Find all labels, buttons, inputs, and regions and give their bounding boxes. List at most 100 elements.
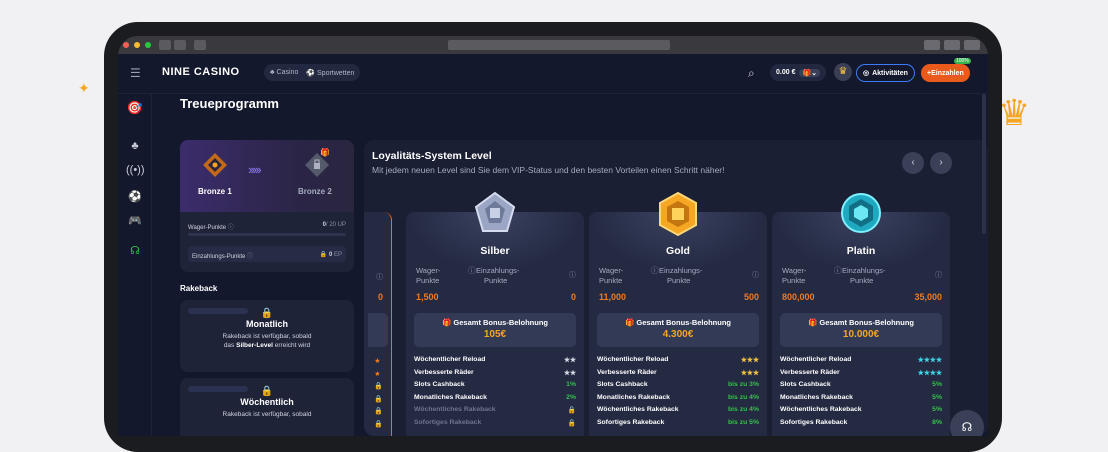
perk-value: 2% <box>566 393 576 401</box>
support-chat-button[interactable]: ☊ <box>950 410 984 436</box>
perk-value: bis zu 5% <box>728 418 759 426</box>
forward-button[interactable] <box>174 40 186 50</box>
sidebar-item-casino-icon[interactable]: ♣ <box>126 140 144 152</box>
avatar[interactable]: ♛ <box>834 63 852 81</box>
site-header: ☰ NINE CASINO ♣ Casino ⚽ Sportwetten ⌕ 0… <box>118 54 988 94</box>
logo-text: NINE CASINO <box>162 66 240 78</box>
url-bar[interactable] <box>448 40 670 50</box>
browser-screen: ☰ NINE CASINO ♣ Casino ⚽ Sportwetten ⌕ 0… <box>118 36 988 436</box>
activities-button[interactable]: ◎ Aktivitäten <box>856 64 915 82</box>
next-level-label: Bronze 2 <box>298 187 332 196</box>
info-icon[interactable]: ⓘ <box>651 266 659 276</box>
sidebar: 🎯 ♣ ((•)) ⚽ 🎮 ☊ <box>118 94 152 436</box>
wager-points-value: 1,500 <box>416 292 439 302</box>
tab-sportwetten[interactable]: ⚽ Sportwetten <box>306 69 354 77</box>
deposit-points-value: 500 <box>743 292 759 302</box>
perk-label: Verbesserte Räder <box>414 368 474 376</box>
sidebar-item-live-icon[interactable]: ((•)) <box>126 164 145 176</box>
level-badge-icon <box>474 191 516 232</box>
gift-icon: 🎁 <box>624 318 637 327</box>
perk-row: Verbesserte Räder ★★ <box>414 368 576 377</box>
tab-casino[interactable]: ♣ Casino <box>270 69 298 76</box>
balance-display[interactable]: 0.00 € 🎁⌄ <box>770 64 827 81</box>
level-progress-header: ››››› 🎁 Bronze 1 Bronze 2 <box>180 140 354 212</box>
sidebar-item-promotions-icon[interactable]: 🎯 <box>126 100 144 116</box>
perk-row: Wöchentlicher Reload ★★★ <box>597 356 759 364</box>
label-line-1: Einzahlungs- <box>659 266 703 275</box>
share-icon[interactable] <box>924 40 940 50</box>
activity-icon: ◎ <box>863 70 870 77</box>
label-line-2: Punkte <box>599 276 623 285</box>
perk-row: Monatliches Rakeback bis zu 4% <box>597 394 759 401</box>
menu-icon[interactable]: ☰ <box>130 66 141 80</box>
deposit-button[interactable]: + Einzahlen <box>921 64 970 82</box>
site-logo[interactable]: NINE CASINO <box>162 66 240 78</box>
label-line-2: Punkte <box>416 276 440 285</box>
desc-suffix: erreicht wird <box>272 342 311 349</box>
info-icon[interactable]: ⓘ <box>247 254 253 260</box>
prev-level-button[interactable]: ‹ <box>902 152 924 174</box>
perk-value: 5% <box>932 406 942 413</box>
level-card-gold: Gold Wager- Punkte ⓘ Einzahlungs- Punkte ⓘ 11,0… <box>589 191 767 436</box>
chevron-left-icon: ‹ <box>911 157 915 168</box>
label-line-2: Punkte <box>484 276 508 285</box>
perk-row: Wöchentliches Rakeback 🔒 <box>414 406 576 414</box>
level-name: Gold <box>666 245 690 257</box>
sidebar-toggle-button[interactable] <box>194 40 206 50</box>
perk-row: Wöchentlicher Reload ★★★★ <box>780 356 942 364</box>
level-card-silber: Silber Wager- Punkte ⓘ Einzahlungs- Punkte ⓘ 1,… <box>406 191 584 436</box>
info-icon[interactable]: ⓘ <box>569 270 576 280</box>
bonus-label-text: Gesamt Bonus-Belohnung <box>636 318 732 327</box>
back-button[interactable] <box>159 40 171 50</box>
info-icon[interactable]: ⓘ <box>752 270 759 280</box>
blurred-placeholder <box>188 308 248 314</box>
level-badge-icon <box>659 191 697 237</box>
level-badge-icon <box>841 193 881 233</box>
level-card-bronze-partial: ⓘ 0 ★ ★ 🔒 🔒 🔒 🔒 <box>364 212 392 436</box>
loyalty-system-panel: Loyalitäts-System Level Mit jedem neuen … <box>364 140 988 436</box>
deposit-points-value: 35,000 <box>914 292 942 302</box>
perk-value: 1% <box>566 381 576 388</box>
deposit-points-label: ⓘ Einzahlungs- Punkte <box>468 266 519 286</box>
label-line-1: Wager- <box>416 266 441 275</box>
perk-value: 5% <box>932 381 942 388</box>
sidebar-item-games-icon[interactable]: 🎮 <box>126 214 144 227</box>
bonus-label-text: Gesamt Bonus-Belohnung <box>819 318 915 327</box>
wager-progress-bar <box>188 233 346 236</box>
perk-value: 🔒 <box>567 419 576 427</box>
balance-value: 0.00 € <box>776 69 796 76</box>
wager-points-max: / 20 UP <box>325 222 346 228</box>
tabs-icon[interactable] <box>944 40 960 50</box>
level-card-platin: Platin Wager- Punkte ⓘ Einzahlungs- Punkte ⓘ 80… <box>772 193 950 436</box>
info-icon[interactable]: ⓘ <box>468 266 476 276</box>
perk-label: Monatliches Rakeback <box>414 393 487 401</box>
total-bonus-label: 🎁 Gesamt Bonus-Belohnung <box>414 318 576 327</box>
info-icon[interactable]: ⓘ <box>935 270 942 280</box>
info-icon[interactable]: ⓘ <box>376 272 383 282</box>
sidebar-item-support-icon[interactable]: ☊ <box>126 244 144 257</box>
next-level-button[interactable]: › <box>930 152 952 174</box>
label-line-2: Punkte <box>667 276 691 285</box>
info-icon[interactable]: ⓘ <box>228 225 234 231</box>
bonus-label-text: Gesamt Bonus-Belohnung <box>453 318 549 327</box>
perk-label: Sofortiges Rakeback <box>597 418 665 426</box>
close-window-icon[interactable] <box>123 42 129 48</box>
perk-row: Slots Cashback 1% <box>414 381 576 388</box>
tab-casino-label: Casino <box>276 69 299 76</box>
lock-icon: 🔒 <box>319 252 329 258</box>
minimize-window-icon[interactable] <box>134 42 140 48</box>
desc-prefix: das <box>223 342 237 349</box>
perk-row: Sofortiges Rakeback bis zu 5% <box>597 419 759 426</box>
download-icon[interactable] <box>964 40 980 50</box>
maximize-window-icon[interactable] <box>145 42 151 48</box>
gift-icon[interactable]: 🎁⌄ <box>799 68 821 77</box>
info-icon[interactable]: ⓘ <box>834 266 842 276</box>
sidebar-item-sports-icon[interactable]: ⚽ <box>126 190 144 203</box>
search-icon[interactable]: ⌕ <box>748 66 755 81</box>
perk-label: Slots Cashback <box>780 381 831 388</box>
perk-value: ★★★★ <box>917 357 942 364</box>
rakeback-weekly-title: Wöchentlich <box>240 397 294 407</box>
silver-level-text: Silber-Level <box>236 342 273 349</box>
scrollbar[interactable] <box>982 94 986 234</box>
perk-row: Slots Cashback 5% <box>780 381 942 388</box>
